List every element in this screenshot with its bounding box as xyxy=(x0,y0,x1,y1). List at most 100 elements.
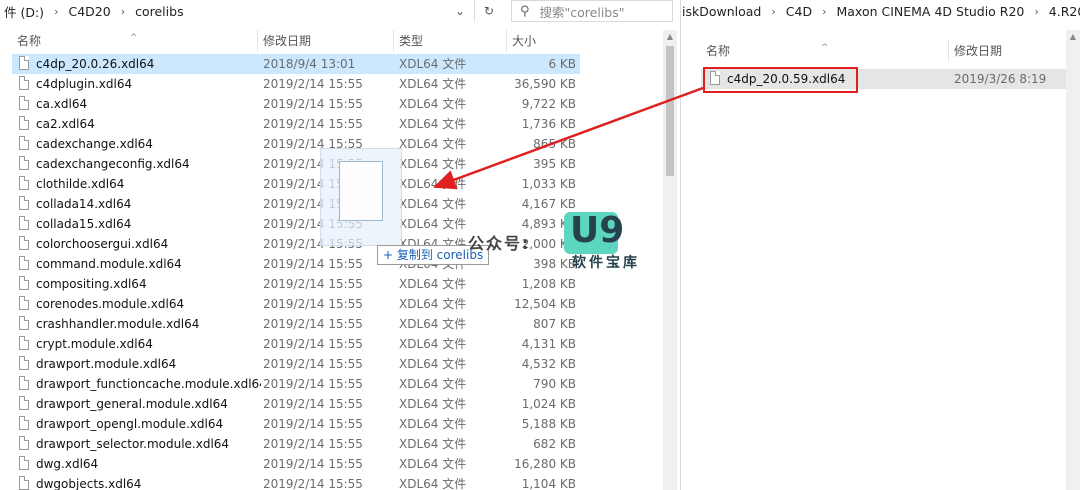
file-type: XDL64 文件 xyxy=(399,437,467,451)
file-name: crashhandler.module.xdl64 xyxy=(36,317,200,331)
list-item[interactable]: dwgobjects.xdl64 2019/2/14 15:55 XDL64 文件 1… xyxy=(12,474,580,490)
breadcrumb[interactable]: iskDownload › C4D › Maxon CINEMA 4D Stud… xyxy=(681,0,1080,22)
list-item[interactable]: dwg.xdl64 2019/2/14 15:55 XDL64 文件 16,280 K… xyxy=(12,454,580,474)
file-name: crypt.module.xdl64 xyxy=(36,337,153,351)
file-icon xyxy=(19,276,29,290)
column-date[interactable]: 修改日期 xyxy=(258,30,394,52)
breadcrumb-fix[interactable]: 4.R20.059 Fix xyxy=(1045,4,1080,19)
breadcrumb-corelibs[interactable]: corelibs xyxy=(131,4,187,19)
file-icon xyxy=(19,356,29,370)
file-name: collada14.xdl64 xyxy=(36,197,132,211)
scroll-up-icon[interactable]: ▲ xyxy=(1066,30,1080,44)
file-size: 807 KB xyxy=(533,317,576,331)
file-type: XDL64 文件 xyxy=(399,297,467,311)
vertical-scrollbar[interactable]: ▲ xyxy=(663,30,677,490)
breadcrumb-c4d[interactable]: C4D xyxy=(782,4,816,19)
column-size-label: 大小 xyxy=(512,34,537,48)
file-icon xyxy=(19,176,29,190)
watermark-subtitle: 软件宝库 xyxy=(572,255,640,271)
file-size: 5,188 KB xyxy=(521,417,576,431)
list-item[interactable]: crashhandler.module.xdl64 2019/2/14 15:55… xyxy=(12,314,580,334)
file-type: XDL64 文件 xyxy=(399,117,467,131)
list-item[interactable]: c4dp_20.0.26.xdl64 2018/9/4 13:01 XDL64 文件… xyxy=(12,54,580,74)
file-date: 2019/2/14 15:55 xyxy=(263,477,363,490)
column-date-label: 修改日期 xyxy=(954,44,1003,58)
list-item[interactable]: drawport_general.module.xdl64 2019/2/14 1… xyxy=(12,394,580,414)
file-date: 2019/2/14 15:55 xyxy=(263,257,363,271)
search-input[interactable]: ⚲ 搜索"corelibs" xyxy=(511,0,673,22)
file-date: 2019/2/14 15:55 xyxy=(263,117,363,131)
breadcrumb-chevron-icon: › xyxy=(771,4,776,18)
search-placeholder: 搜索"corelibs" xyxy=(539,4,625,20)
breadcrumb-drive[interactable]: 件 (D:) xyxy=(0,2,48,21)
list-item[interactable]: drawport_functioncache.module.xdl64 2019/… xyxy=(12,374,580,394)
list-item[interactable]: cadexchangeconfig.xdl64 2019/2/14 15:55 XD… xyxy=(12,154,580,174)
list-item[interactable]: drawport.module.xdl64 2019/2/14 15:55 XDL6… xyxy=(12,354,580,374)
file-size: 4,131 KB xyxy=(521,337,576,351)
column-header: 名称 ^ 修改日期 xyxy=(681,40,1080,62)
file-icon xyxy=(19,196,29,210)
chevron-down-icon[interactable]: ⌄ xyxy=(450,0,470,22)
list-item[interactable]: collada14.xdl64 2019/2/14 15:55 XDL64 文件 4,… xyxy=(12,194,580,214)
column-name[interactable]: 名称 ^ xyxy=(701,40,949,62)
file-name: cadexchange.xdl64 xyxy=(36,137,153,151)
file-date: 2019/2/14 15:55 xyxy=(263,77,363,91)
file-name: c4dplugin.xdl64 xyxy=(36,77,133,91)
file-icon xyxy=(19,96,29,110)
list-item[interactable]: compositing.xdl64 2019/2/14 15:55 XDL64 文件… xyxy=(12,274,580,294)
file-icon xyxy=(19,256,29,270)
refresh-icon[interactable]: ↻ xyxy=(474,0,503,22)
file-size: 1,104 KB xyxy=(521,477,576,490)
file-icon xyxy=(19,136,29,150)
list-item[interactable]: crypt.module.xdl64 2019/2/14 15:55 XDL64 文… xyxy=(12,334,580,354)
file-size: 6 KB xyxy=(548,57,576,71)
watermark-logo: U9 xyxy=(570,210,625,251)
file-icon xyxy=(19,316,29,330)
file-size: 9,722 KB xyxy=(521,97,576,111)
file-type: XDL64 文件 xyxy=(399,317,467,331)
column-size[interactable]: 大小 xyxy=(507,30,580,52)
list-item[interactable]: cadexchange.xdl64 2019/2/14 15:55 XDL64 文件… xyxy=(12,134,580,154)
file-icon xyxy=(19,416,29,430)
file-type: XDL64 文件 xyxy=(399,277,467,291)
breadcrumb-chevron-icon: › xyxy=(120,4,126,18)
file-date: 2019/2/14 15:55 xyxy=(263,97,363,111)
breadcrumb-maxon[interactable]: Maxon CINEMA 4D Studio R20 xyxy=(832,4,1028,19)
file-size: 790 KB xyxy=(533,377,576,391)
breadcrumb-chevron-icon: › xyxy=(822,4,827,18)
column-date[interactable]: 修改日期 xyxy=(949,40,1080,62)
file-type: XDL64 文件 xyxy=(399,417,467,431)
scroll-thumb[interactable] xyxy=(666,46,674,176)
file-date: 2019/2/14 15:55 xyxy=(263,437,363,451)
breadcrumb-chevron-icon: › xyxy=(1034,4,1039,18)
file-name: drawport_opengl.module.xdl64 xyxy=(36,417,224,431)
column-date-label: 修改日期 xyxy=(263,34,312,48)
watermark: 公众号: U9 软件宝库 xyxy=(468,210,658,274)
file-name: corenodes.module.xdl64 xyxy=(36,297,185,311)
column-name[interactable]: 名称 ^ xyxy=(12,30,258,52)
breadcrumb[interactable]: 件 (D:) › C4D20 › corelibs xyxy=(0,0,188,22)
file-type: XDL64 文件 xyxy=(399,197,467,211)
list-item[interactable]: ca.xdl64 2019/2/14 15:55 XDL64 文件 9,722 KB xyxy=(12,94,580,114)
file-icon xyxy=(19,56,29,70)
list-item[interactable]: drawport_opengl.module.xdl64 2019/2/14 15… xyxy=(12,414,580,434)
list-item[interactable]: drawport_selector.module.xdl64 2019/2/14 … xyxy=(12,434,580,454)
breadcrumb-c4d20[interactable]: C4D20 xyxy=(64,4,114,19)
list-item[interactable]: clothilde.xdl64 2019/2/14 15:55 XDL64 文件 1,… xyxy=(12,174,580,194)
list-item[interactable]: ca2.xdl64 2019/2/14 15:55 XDL64 文件 1,736 KB xyxy=(12,114,580,134)
breadcrumb-diskdownload[interactable]: iskDownload xyxy=(681,4,765,19)
column-name-label: 名称 xyxy=(17,34,42,48)
vertical-scrollbar[interactable]: ▲ xyxy=(1066,30,1080,490)
file-icon xyxy=(19,236,29,250)
file-name: colorchoosergui.xdl64 xyxy=(36,237,169,251)
file-size: 1,024 KB xyxy=(521,397,576,411)
column-type[interactable]: 类型 xyxy=(394,30,507,52)
list-item[interactable]: corenodes.module.xdl64 2019/2/14 15:55 XDL… xyxy=(12,294,580,314)
file-type: XDL64 文件 xyxy=(399,57,467,71)
file-icon xyxy=(19,296,29,310)
file-date: 2018/9/4 13:01 xyxy=(263,57,356,71)
file-name: drawport_general.module.xdl64 xyxy=(36,397,228,411)
list-item[interactable]: c4dplugin.xdl64 2019/2/14 15:55 XDL64 文件 36… xyxy=(12,74,580,94)
file-icon xyxy=(19,216,29,230)
scroll-up-icon[interactable]: ▲ xyxy=(663,30,677,44)
